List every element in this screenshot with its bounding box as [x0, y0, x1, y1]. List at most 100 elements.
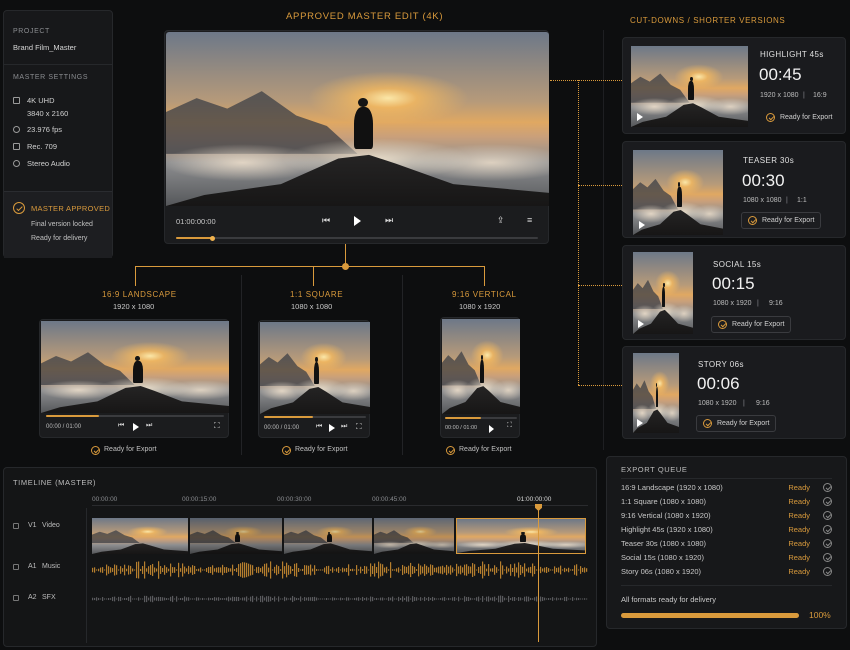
prev-icon[interactable]: ⏮	[316, 423, 322, 431]
queue-row[interactable]: 16:9 Landscape (1920 x 1080) Ready	[621, 483, 832, 496]
play-icon[interactable]	[489, 425, 494, 433]
approved-line2: Ready for delivery	[31, 235, 88, 242]
cutdown-card-highlight[interactable]: HIGHLIGHT 45s 00:45 1920 x 1080 | 16:9 R…	[622, 37, 846, 134]
lock-icon[interactable]	[13, 595, 19, 601]
waveform-bar	[578, 569, 580, 571]
play-icon[interactable]	[133, 423, 139, 431]
cutdown-thumb[interactable]	[631, 46, 748, 127]
waveform-bar	[446, 564, 448, 576]
queue-row[interactable]: Highlight 45s (1920 x 1080) Ready	[621, 525, 832, 538]
play-icon[interactable]	[639, 221, 645, 229]
cutdown-card-social[interactable]: SOCIAL 15s 00:15 1080 x 1920 | 9:16 Read…	[622, 245, 846, 340]
waveform-bar	[572, 569, 574, 571]
play-icon[interactable]	[637, 419, 643, 427]
master-progress-knob[interactable]	[210, 235, 216, 241]
waveform-bar	[302, 598, 304, 600]
waveform-bar	[252, 565, 254, 575]
waveform-bar	[458, 566, 460, 574]
next-icon[interactable]: ⏭	[146, 422, 152, 430]
waveform-bar	[352, 598, 354, 600]
waveform-bar	[354, 597, 356, 601]
play-icon[interactable]	[329, 424, 335, 432]
waveform-bar	[532, 563, 534, 577]
format-1-1-check-icon	[282, 446, 291, 455]
waveform-bar	[124, 597, 126, 601]
video-clip-selected[interactable]	[456, 518, 586, 554]
waveform-bar	[184, 596, 186, 602]
settings-icon[interactable]: ≡	[527, 215, 532, 225]
waveform-bar	[470, 597, 472, 601]
format-1-1-frame[interactable]	[260, 322, 370, 414]
video-clip[interactable]	[92, 518, 188, 554]
play-icon[interactable]	[638, 320, 644, 328]
format-1-1-progress[interactable]	[264, 416, 366, 418]
prev-icon[interactable]: ⏮	[118, 422, 124, 430]
cutdown-thumb[interactable]	[633, 252, 693, 334]
playhead-handle[interactable]	[535, 504, 542, 511]
lock-icon[interactable]	[13, 523, 19, 529]
fullscreen-icon[interactable]: ⛶	[214, 421, 220, 431]
connector	[484, 266, 485, 286]
waveform-bar	[480, 598, 482, 600]
waveform-bar	[442, 597, 444, 601]
waveform-bar	[380, 563, 382, 577]
video-clip[interactable]	[374, 518, 454, 554]
format-1-1-title: 1:1 SQUARE	[290, 290, 344, 299]
play-icon[interactable]	[637, 113, 643, 121]
master-progress[interactable]	[176, 235, 538, 241]
format-9-16-frame[interactable]	[442, 319, 520, 414]
fullscreen-icon[interactable]: ⛶	[507, 422, 512, 430]
waveform-bar	[342, 598, 344, 600]
queue-row[interactable]: Teaser 30s (1080 x 1080) Ready	[621, 539, 832, 552]
format-16-9-frame[interactable]	[41, 321, 229, 413]
playhead[interactable]	[538, 504, 539, 642]
waveform-bar	[150, 596, 152, 602]
prev-icon[interactable]: ⏮	[322, 215, 330, 226]
waveform-bar	[396, 568, 398, 572]
cutdown-thumb[interactable]	[633, 353, 679, 433]
format-9-16-progress[interactable]	[445, 417, 517, 419]
format-9-16-player: 00:00 / 01:00 ⛶	[440, 317, 520, 438]
waveform-bar	[276, 598, 278, 600]
waveform-bar	[434, 597, 436, 601]
queue-row[interactable]: Social 15s (1080 x 1920) Ready	[621, 553, 832, 566]
waveform-bar	[318, 569, 320, 571]
waveform-bar	[128, 565, 130, 575]
music-waveform[interactable]	[92, 559, 588, 581]
waveform-bar	[222, 564, 224, 576]
waveform-bar	[482, 561, 484, 579]
sfx-waveform[interactable]	[92, 592, 588, 606]
export-icon[interactable]: ⇪	[497, 215, 505, 226]
cutdown-status-badge[interactable]: Ready for Export	[696, 415, 777, 432]
waveform-bar	[118, 596, 120, 602]
waveform-bar	[218, 597, 220, 601]
next-icon[interactable]: ⏭	[341, 423, 347, 431]
cutdown-status-badge[interactable]: Ready for Export	[711, 316, 792, 333]
fullscreen-icon[interactable]: ⛶	[356, 422, 362, 432]
queue-row[interactable]: Story 06s (1080 x 1920) Ready	[621, 567, 832, 580]
format-16-9-progress[interactable]	[46, 415, 224, 417]
cutdown-status-badge[interactable]: Ready for Export	[760, 110, 838, 125]
cutdown-ratio: 1:1	[797, 197, 807, 204]
cutdown-card-teaser[interactable]: TEASER 30s 00:30 1080 x 1080 | 1:1 Ready…	[622, 141, 846, 238]
waveform-bar	[408, 565, 410, 575]
cutdown-thumb[interactable]	[633, 150, 723, 235]
queue-row[interactable]: 1:1 Square (1080 x 1080) Ready	[621, 497, 832, 510]
video-clip[interactable]	[284, 518, 372, 554]
waveform-bar	[316, 597, 318, 601]
video-track[interactable]	[92, 518, 588, 554]
check-icon	[718, 320, 727, 329]
waveform-bar	[248, 563, 250, 577]
lock-icon[interactable]	[13, 564, 19, 570]
waveform-bar	[534, 597, 536, 601]
play-icon[interactable]	[354, 216, 361, 226]
cutdown-card-story[interactable]: STORY 06s 00:06 1080 x 1920 | 9:16 Ready…	[622, 346, 846, 439]
waveform-bar	[440, 566, 442, 574]
waveform-bar	[344, 568, 346, 572]
cutdown-status-badge[interactable]: Ready for Export	[741, 212, 822, 229]
waveform-bar	[146, 595, 148, 603]
next-icon[interactable]: ⏭	[385, 215, 393, 226]
video-clip[interactable]	[190, 518, 282, 554]
queue-row[interactable]: 9:16 Vertical (1080 x 1920) Ready	[621, 511, 832, 524]
master-video-frame[interactable]	[166, 32, 549, 206]
